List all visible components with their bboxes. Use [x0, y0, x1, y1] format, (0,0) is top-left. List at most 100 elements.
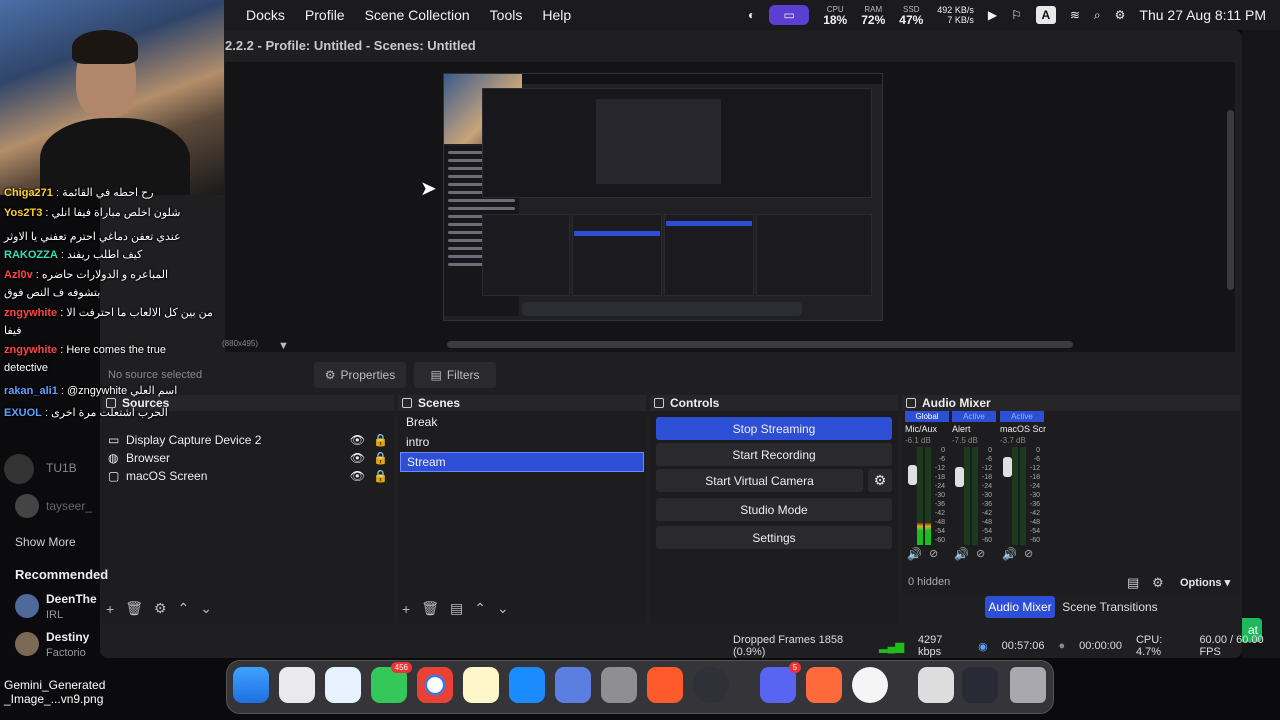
properties-button[interactable]: ⚙ Properties — [314, 362, 406, 388]
network-stat[interactable]: 492 KB/s 7 KB/s — [937, 5, 974, 25]
trash-icon[interactable]: 🗑 — [125, 600, 143, 617]
speaker-icon[interactable]: 🔊 — [907, 547, 922, 561]
brave-icon[interactable] — [647, 667, 683, 703]
downloads-stack-icon[interactable] — [918, 667, 954, 703]
menu-item[interactable]: Profile — [295, 7, 355, 23]
system-settings-icon[interactable] — [601, 667, 637, 703]
control-center-icon[interactable]: ⚙ — [1115, 8, 1126, 22]
tab-audio-mixer[interactable]: Audio Mixer — [985, 596, 1055, 618]
layout-icon[interactable]: ▤ — [1127, 575, 1139, 591]
eye-icon[interactable]: 👁 — [350, 451, 365, 465]
menu-item[interactable]: Docks — [236, 7, 295, 23]
scene-item-stream[interactable]: Stream — [400, 452, 644, 472]
launchpad-icon[interactable] — [279, 667, 315, 703]
discord-icon[interactable]: 5 — [760, 662, 801, 703]
trash-icon[interactable]: 🗑 — [421, 600, 439, 617]
claude-icon[interactable] — [806, 667, 842, 703]
stop-streaming-button[interactable]: Stop Streaming — [656, 417, 892, 440]
stream-preview[interactable] — [443, 73, 883, 321]
start-recording-button[interactable]: Start Recording — [656, 443, 892, 466]
screen-share-icon[interactable]: ▭ — [769, 5, 810, 25]
clock-icon[interactable] — [852, 667, 888, 703]
finder-icon[interactable] — [233, 667, 269, 703]
chat-username[interactable]: Chiga271 — [4, 187, 53, 199]
up-arrow-icon[interactable]: ⌃ — [474, 600, 486, 617]
down-arrow-icon[interactable]: ⌄ — [200, 600, 212, 617]
trash-icon[interactable] — [1010, 667, 1046, 703]
chat-text: @zngywhite اسم العلي — [67, 385, 178, 397]
caret-down-icon[interactable]: ▼ — [278, 340, 289, 352]
menu-item[interactable]: Tools — [480, 7, 533, 23]
scene-item-break[interactable]: Break — [400, 412, 644, 432]
play-icon[interactable]: ▶ — [988, 8, 997, 22]
control-icon[interactable]: ⚐ — [1011, 8, 1022, 22]
down-arrow-icon[interactable]: ⌄ — [497, 600, 509, 617]
desktop-file[interactable]: Gemini_Generated _Image_...vn9.png — [4, 678, 105, 706]
channel-name[interactable]: Alert — [952, 424, 998, 434]
filter-icon[interactable]: ▤ — [450, 600, 463, 617]
filters-button[interactable]: ▤ Filters — [414, 362, 496, 388]
monitor-settings-icon[interactable]: ⊘ — [929, 547, 938, 560]
chat-username[interactable]: Azl0v — [4, 269, 33, 281]
channel-name[interactable]: macOS Screen — [1000, 424, 1046, 434]
ram-stat[interactable]: RAM 72% — [861, 4, 885, 26]
speaker-icon[interactable]: 🔊 — [1002, 547, 1017, 561]
keyboard-input-icon[interactable]: A — [1035, 6, 1056, 24]
source-item[interactable]: ▢ macOS Screen 👁 🔒 — [108, 466, 388, 486]
volume-fader[interactable] — [908, 464, 917, 485]
options-button[interactable]: Options ▾ — [1180, 576, 1230, 589]
speaker-icon[interactable]: 🔊 — [954, 547, 969, 561]
channel-destiny[interactable]: Destiny — [46, 630, 89, 644]
gear-icon[interactable]: ⚙ — [1152, 575, 1164, 591]
channel-db: -3.7 dB — [1000, 436, 1026, 445]
chat-username[interactable]: Yos2T3 — [4, 207, 42, 219]
studio-mode-button[interactable]: Studio Mode — [656, 498, 892, 521]
clock[interactable]: Thu 27 Aug 8:11 PM — [1139, 7, 1266, 23]
menu-item[interactable]: Scene Collection — [355, 7, 480, 23]
monitor-settings-icon[interactable]: ⊘ — [1024, 547, 1033, 560]
notes-icon[interactable] — [463, 667, 499, 703]
chat-username[interactable]: zngywhite — [4, 344, 57, 356]
search-icon[interactable]: ⌕ — [1094, 8, 1101, 23]
volume-fader[interactable] — [955, 466, 964, 487]
channel-deen[interactable]: DeenThe — [46, 592, 97, 606]
chat-username[interactable]: zngywhite — [4, 307, 57, 319]
show-more-link[interactable]: Show More — [15, 535, 76, 549]
scene-item-intro[interactable]: intro — [400, 432, 644, 452]
lock-icon[interactable]: 🔒 — [373, 469, 388, 483]
chat-username[interactable]: EXUOL — [4, 407, 42, 419]
app-store-icon[interactable] — [509, 667, 545, 703]
chrome-icon[interactable] — [417, 667, 453, 703]
preview-vertical-scrollbar[interactable] — [1227, 110, 1234, 290]
start-virtual-camera-button[interactable]: Start Virtual Camera — [656, 469, 863, 492]
settings-button[interactable]: Settings — [656, 526, 892, 549]
virtual-camera-settings-icon[interactable]: ⚙ — [868, 469, 892, 492]
add-icon[interactable]: + — [402, 601, 410, 617]
lock-icon[interactable]: 🔒 — [373, 433, 388, 447]
volume-fader[interactable] — [1003, 456, 1012, 477]
up-arrow-icon[interactable]: ⌃ — [178, 600, 190, 617]
wifi-icon[interactable]: ≋ — [1070, 8, 1080, 22]
preview-icon[interactable] — [555, 667, 591, 703]
channel-name[interactable]: Mic/Aux — [905, 424, 951, 434]
gear-icon[interactable]: ⚙ — [154, 600, 167, 617]
menu-item[interactable]: Help — [532, 7, 581, 23]
recent-files-icon[interactable] — [962, 667, 998, 703]
monitor-settings-icon[interactable]: ⊘ — [976, 547, 985, 560]
obs-icon[interactable] — [693, 667, 729, 703]
channel-tayseer[interactable]: tayseer_ — [46, 499, 92, 513]
channel-tu1b[interactable]: TU1B — [46, 461, 77, 475]
activity-icon[interactable]: ◐ — [748, 8, 755, 22]
eye-icon[interactable]: 👁 — [350, 469, 365, 483]
eye-icon[interactable]: 👁 — [350, 433, 365, 447]
safari-icon[interactable] — [325, 667, 361, 703]
chat-username[interactable]: RAKOZZA — [4, 249, 58, 261]
add-icon[interactable]: + — [106, 601, 114, 617]
tab-scene-transitions[interactable]: Scene Transitions — [1060, 596, 1160, 618]
lock-icon[interactable]: 🔒 — [373, 451, 388, 465]
cpu-stat[interactable]: CPU 18% — [823, 4, 847, 26]
messages-icon[interactable]: 456 — [371, 662, 412, 703]
chat-username[interactable]: rakan_ali1 — [4, 385, 58, 397]
preview-horizontal-scrollbar[interactable] — [447, 341, 1073, 348]
ssd-stat[interactable]: SSD 47% — [899, 4, 923, 26]
